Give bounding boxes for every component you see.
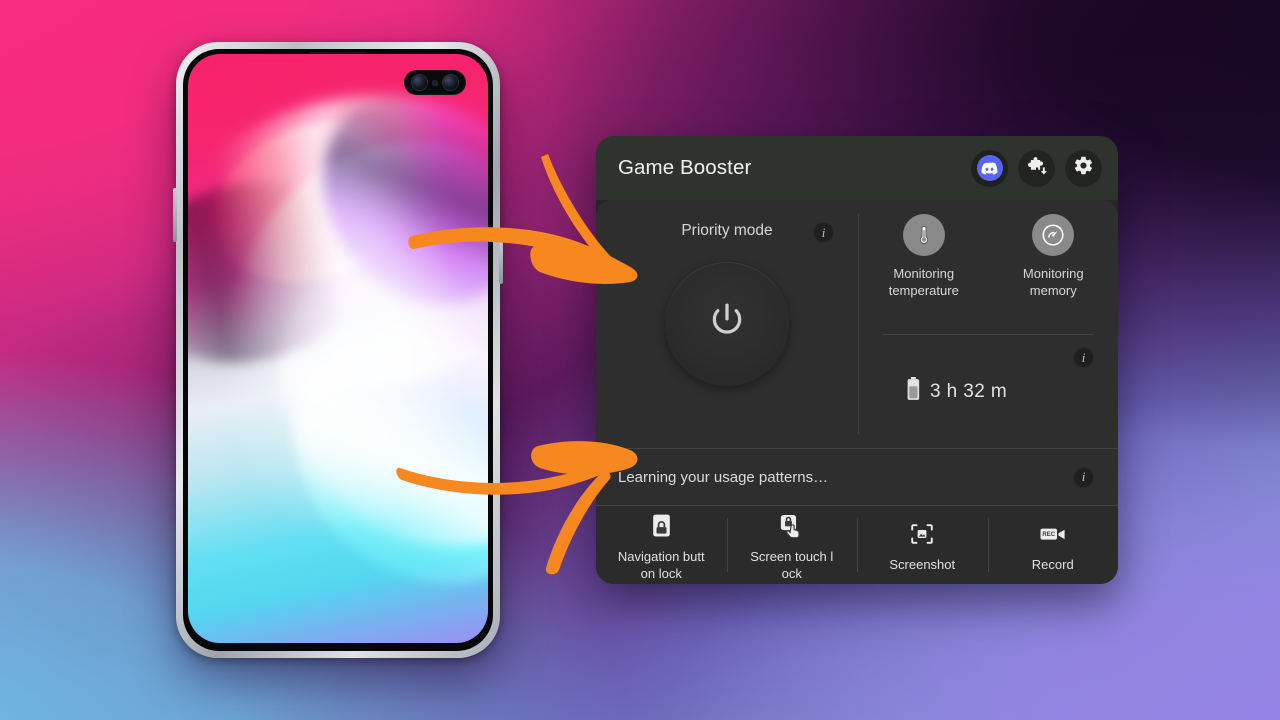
monitoring-memory-label: Monitoring memory	[1022, 266, 1084, 298]
thermometer-icon	[902, 214, 945, 256]
record-icon: REC	[1039, 519, 1067, 549]
gear-icon	[1073, 155, 1094, 181]
monitoring-memory-item[interactable]: Monitoring memory	[989, 214, 1119, 334]
action-navigation-button-lock[interactable]: Navigation butt on lock	[596, 506, 727, 584]
phone-power-button[interactable]	[499, 238, 503, 284]
game-booster-panel: Game Booster Priority mode i Monitoring …	[596, 136, 1118, 584]
priority-mode-section: Priority mode i	[596, 200, 858, 448]
camera-cutout	[404, 70, 466, 95]
front-camera-icon	[411, 75, 427, 90]
front-camera-secondary-icon	[443, 75, 459, 90]
discord-icon	[976, 155, 1003, 181]
panel-body: Priority mode i Monitoring temperature M…	[596, 200, 1118, 584]
action-screenshot[interactable]: Screenshot	[857, 506, 988, 584]
plugin-download-icon	[1026, 155, 1048, 182]
monitoring-temperature-item[interactable]: Monitoring temperature	[859, 214, 989, 334]
panel-top-region: Priority mode i Monitoring temperature M…	[596, 200, 1118, 448]
priority-mode-label: Priority mode	[681, 222, 773, 239]
screenshot-canvas: Game Booster Priority mode i Monitoring …	[0, 0, 1280, 720]
svg-text:REC: REC	[1042, 532, 1055, 538]
learning-status-row: Learning your usage patterns… i	[596, 448, 1118, 506]
phone-volume-button[interactable]	[173, 188, 177, 242]
action-label: Record	[1031, 557, 1074, 572]
header-icon-group	[971, 149, 1102, 187]
plugin-download-button[interactable]	[1018, 149, 1055, 187]
screenshot-icon	[909, 519, 935, 549]
wallpaper-glow	[188, 54, 488, 643]
monitoring-section: Monitoring temperature Monitoring memory…	[859, 200, 1118, 448]
navigation-lock-icon	[650, 511, 673, 541]
page-title: Game Booster	[618, 156, 752, 179]
quick-action-bar: Navigation butt on lock Screen touch l o…	[596, 506, 1118, 584]
action-screen-touch-lock[interactable]: Screen touch l ock	[726, 506, 858, 584]
info-icon: i	[1073, 466, 1094, 488]
action-label: Navigation butt on lock	[617, 548, 705, 581]
phone-screen	[188, 54, 488, 643]
action-record[interactable]: REC Record	[987, 506, 1119, 584]
battery-info-button[interactable]: i	[1073, 347, 1094, 368]
action-label: Screen touch l ock	[750, 548, 834, 581]
monitoring-temperature-label: Monitoring temperature	[888, 266, 959, 298]
info-icon: i	[813, 222, 834, 243]
panel-header: Game Booster	[596, 136, 1118, 200]
priority-mode-info-button[interactable]: i	[813, 222, 834, 243]
priority-mode-power-button[interactable]	[665, 262, 789, 386]
settings-button[interactable]	[1065, 149, 1102, 187]
camera-sensor-icon	[431, 79, 438, 86]
learning-status-text: Learning your usage patterns…	[618, 468, 829, 486]
battery-time-remaining: 3 h 32 m	[930, 380, 1008, 402]
phone-device	[173, 42, 503, 658]
speedometer-icon	[1032, 214, 1075, 256]
discord-button[interactable]	[971, 149, 1008, 187]
info-icon: i	[1073, 347, 1094, 368]
power-icon	[704, 299, 750, 350]
action-label: Screenshot	[889, 557, 956, 572]
phone-bezel	[183, 49, 493, 651]
monitoring-row: Monitoring temperature Monitoring memory	[859, 200, 1118, 334]
learning-status-info-button[interactable]: i	[1073, 466, 1094, 488]
battery-icon	[905, 377, 922, 406]
battery-row: 3 h 32 m i	[859, 335, 1118, 448]
screen-touch-lock-icon	[778, 511, 805, 541]
